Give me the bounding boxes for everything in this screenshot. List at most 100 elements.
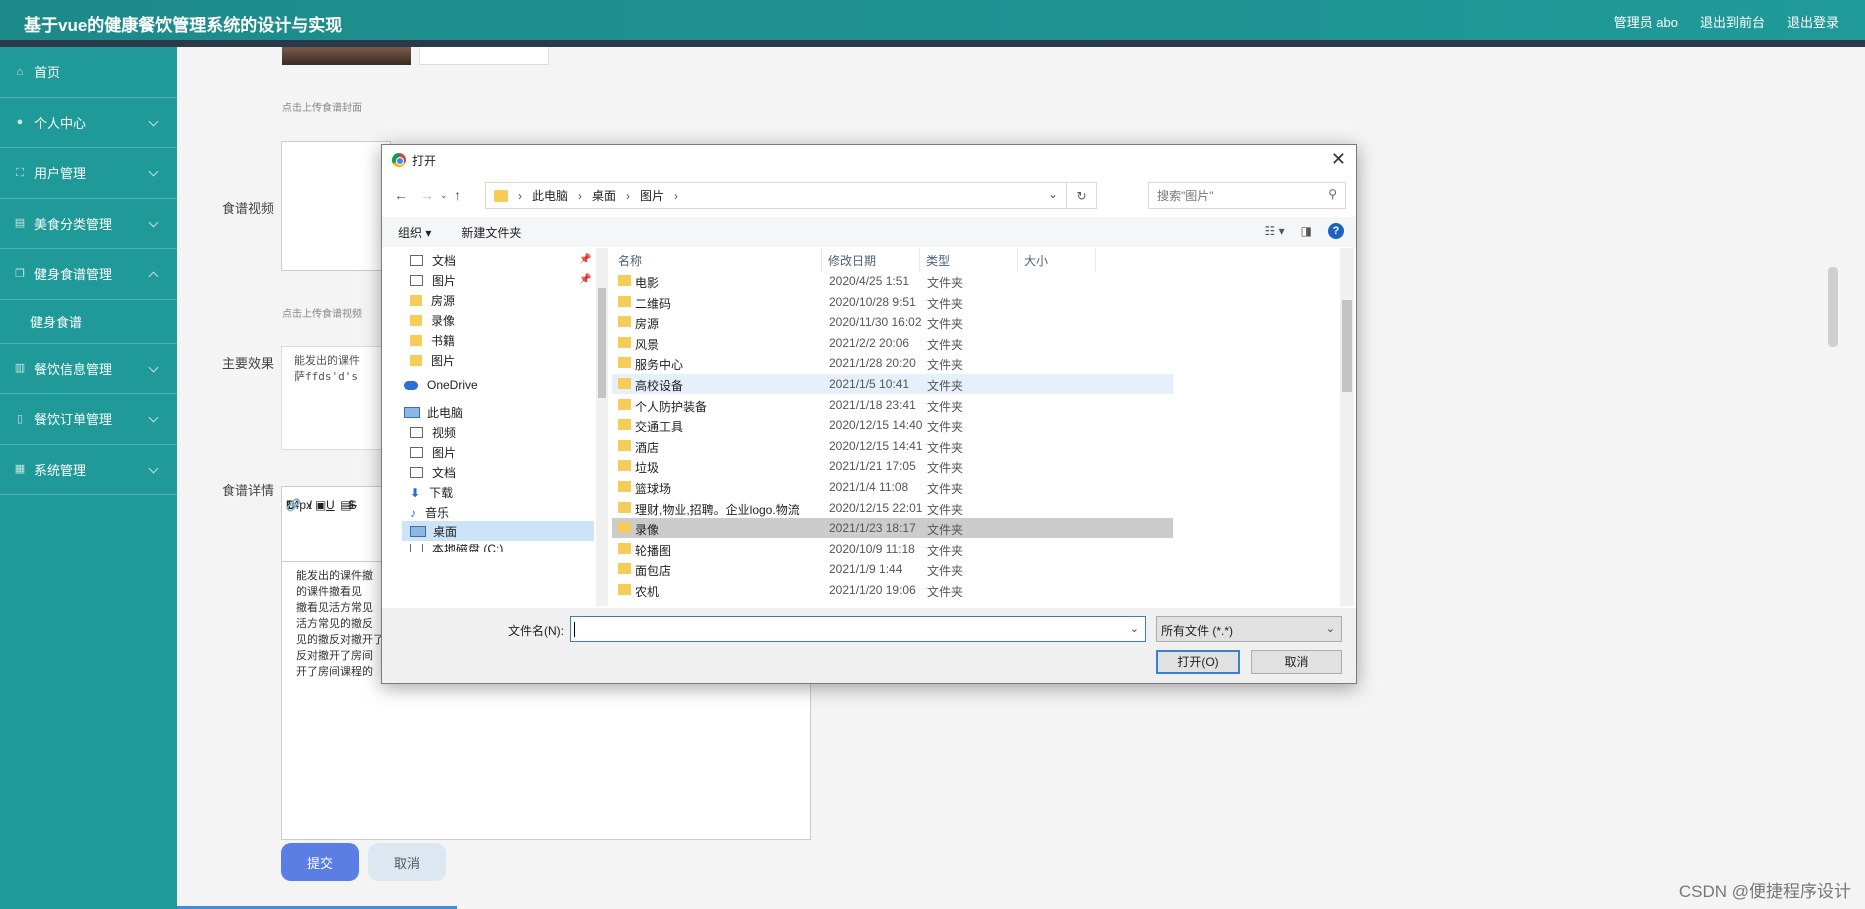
nav-item-books[interactable]: 书籍 (410, 332, 455, 349)
file-list-scrollbar[interactable] (1340, 248, 1354, 606)
filename-input[interactable]: ⌄ (570, 616, 1146, 642)
forward-arrow-icon[interactable]: → (420, 187, 434, 203)
recent-dropdown-icon[interactable]: ⌄ (440, 190, 448, 201)
file-open-dialog: 打开 ✕ ← → ⌄ ↑ › 此电脑 › 桌面 › 图片 › ⌄ ↻ 搜索"图片… (381, 144, 1357, 684)
nav-item-documents[interactable]: 文档 (410, 252, 456, 269)
breadcrumb-item[interactable]: 桌面 (592, 187, 616, 204)
sidebar-item-recipe-mgmt[interactable]: ❐ 健身食谱管理 (0, 249, 177, 300)
sidebar-item-home[interactable]: ⌂ 首页 (0, 47, 177, 98)
back-arrow-icon[interactable]: ← (394, 187, 408, 203)
file-row[interactable]: 房源 2020/11/30 16:02 文件夹 (612, 312, 1173, 332)
sidebar-item-system[interactable]: ▦ 系统管理 (0, 445, 177, 495)
close-icon[interactable]: ✕ (1331, 150, 1346, 168)
video-icon[interactable]: ▤ (340, 498, 351, 512)
breadcrumb-item[interactable]: 此电脑 (532, 187, 568, 204)
sidebar-subitem-recipe[interactable]: 健身食谱 (0, 300, 177, 344)
file-row[interactable]: 酒店 2020/12/15 14:41 文件夹 (612, 436, 1173, 456)
top-header: 基于vue的健康餐饮管理系统的设计与实现 管理员 abo 退出到前台 退出登录 (0, 0, 1865, 47)
link-icon[interactable]: 🔗 (286, 498, 301, 512)
folder-icon (618, 378, 631, 389)
file-type: 文件夹 (927, 523, 964, 538)
file-name: 录像 (635, 523, 660, 538)
sidebar-item-users[interactable]: ⛶ 用户管理 (0, 148, 177, 199)
view-options-icon[interactable]: ☷ ▾ (1265, 224, 1285, 238)
image-icon[interactable]: ▣ (315, 498, 326, 512)
submit-button[interactable]: 提交 (281, 843, 359, 881)
nav-item-music[interactable]: ♪ 音乐 (410, 504, 449, 521)
chrome-icon (392, 153, 406, 167)
nav-item-pictures[interactable]: 图片 (410, 272, 456, 289)
organize-menu[interactable]: 组织 ▾ (398, 224, 431, 241)
back-to-front-link[interactable]: 退出到前台 (1700, 12, 1765, 31)
column-header-name[interactable]: 名称 (612, 248, 822, 272)
file-row[interactable]: 个人防护装备 2021/1/18 23:41 文件夹 (612, 395, 1173, 415)
onedrive-icon (404, 380, 418, 390)
nav-item-house[interactable]: 房源 (410, 292, 455, 309)
file-type-filter[interactable]: 所有文件 (*.*) ⌄ (1156, 616, 1342, 642)
nav-item-pc-documents[interactable]: 文档 (410, 464, 456, 481)
dialog-cancel-button[interactable]: 取消 (1251, 650, 1342, 674)
file-row[interactable]: 垃圾 2021/1/21 17:05 文件夹 (612, 456, 1173, 476)
file-name: 房源 (635, 317, 660, 332)
file-row[interactable]: 高校设备 2021/1/5 10:41 文件夹 (612, 374, 1173, 394)
nav-item-pictures-folder[interactable]: 图片 (410, 352, 455, 369)
column-header-type[interactable]: 类型 (920, 248, 1018, 272)
address-bar[interactable]: › 此电脑 › 桌面 › 图片 › ⌄ ↻ (485, 182, 1097, 209)
sidebar-item-food-category[interactable]: ▤ 美食分类管理 (0, 199, 177, 249)
scrollbar-thumb[interactable] (598, 288, 606, 398)
file-row[interactable]: 交通工具 2020/12/15 14:40 文件夹 (612, 415, 1173, 435)
page-scrollbar[interactable] (1828, 267, 1838, 347)
nav-item-this-pc[interactable]: 此电脑 (404, 404, 463, 421)
sidebar-item-profile[interactable]: ● 个人中心 (0, 98, 177, 148)
breadcrumb-item[interactable]: 图片 (640, 187, 664, 204)
nav-item-videos[interactable]: 视频 (410, 424, 456, 441)
nav-item-label: 图片 (431, 354, 456, 368)
nav-item-label: 视频 (432, 426, 457, 440)
folder-icon (618, 439, 631, 451)
text-caret (574, 622, 575, 637)
file-type: 文件夹 (927, 482, 964, 496)
nav-item-local-disk[interactable]: 本地磁盘 (C:) (410, 544, 503, 552)
cover-upload-button[interactable] (419, 47, 549, 65)
file-row[interactable]: 服务中心 2021/1/28 20:20 文件夹 (612, 353, 1173, 373)
column-header-size[interactable]: 大小 (1018, 248, 1096, 272)
new-folder-button[interactable]: 新建文件夹 (461, 224, 521, 241)
file-row[interactable]: 农机 2021/1/20 19:06 文件夹 (612, 580, 1173, 600)
nav-item-label: 本地磁盘 (C:) (432, 544, 504, 552)
open-button[interactable]: 打开(O) (1156, 650, 1240, 674)
file-name: 面包店 (635, 564, 672, 579)
nav-item-desktop[interactable]: 桌面 (402, 521, 594, 541)
file-row[interactable]: 面包店 2021/1/9 1:44 文件夹 (612, 559, 1173, 579)
nav-item-onedrive[interactable]: OneDrive (404, 378, 478, 392)
nav-item-pc-pictures[interactable]: 图片 (410, 444, 456, 461)
video-upload-hint: 点击上传食谱视频 (282, 309, 362, 320)
up-arrow-icon[interactable]: ↑ (454, 187, 461, 203)
chevron-up-icon (148, 271, 159, 282)
file-date: 2020/12/15 22:01 (829, 500, 923, 515)
folder-icon (410, 295, 422, 306)
nav-item-recordings[interactable]: 录像 (410, 312, 455, 329)
video-preview[interactable] (281, 141, 391, 271)
file-row[interactable]: 电影 2020/4/25 1:51 文件夹 (612, 271, 1173, 291)
refresh-icon[interactable]: ↻ (1066, 183, 1096, 208)
file-row[interactable]: 理财,物业,招聘。企业logo.物流 2020/12/15 22:01 文件夹 (612, 498, 1173, 518)
nav-item-downloads[interactable]: ⬇ 下载 (410, 484, 453, 501)
file-row[interactable]: 风景 2021/2/2 20:06 文件夹 (612, 333, 1173, 353)
search-input[interactable]: 搜索"图片" ⚲ (1148, 182, 1346, 209)
file-row[interactable]: 二维码 2020/10/28 9:51 文件夹 (612, 292, 1173, 312)
cancel-button[interactable]: 取消 (368, 843, 446, 881)
file-row[interactable]: 篮球场 2021/1/4 11:08 文件夹 (612, 477, 1173, 497)
sidebar-item-dining-info[interactable]: ▥ 餐饮信息管理 (0, 344, 177, 394)
chevron-down-icon[interactable]: ⌄ (1048, 187, 1058, 201)
nav-pane-scrollbar[interactable] (596, 248, 608, 606)
file-row[interactable]: 录像 2021/1/23 18:17 文件夹 (612, 518, 1173, 539)
sidebar-item-orders[interactable]: ▯ 餐饮订单管理 (0, 394, 177, 445)
logout-link[interactable]: 退出登录 (1787, 12, 1839, 31)
preview-pane-icon[interactable]: ◨ (1301, 224, 1312, 238)
file-row[interactable]: 轮播图 2020/10/9 11:18 文件夹 (612, 539, 1173, 559)
scrollbar-thumb[interactable] (1342, 300, 1352, 392)
column-header-date[interactable]: 修改日期 (822, 248, 920, 272)
file-name: 风景 (635, 337, 660, 352)
chevron-down-icon[interactable]: ⌄ (1130, 622, 1139, 635)
help-icon[interactable]: ? (1328, 223, 1344, 239)
